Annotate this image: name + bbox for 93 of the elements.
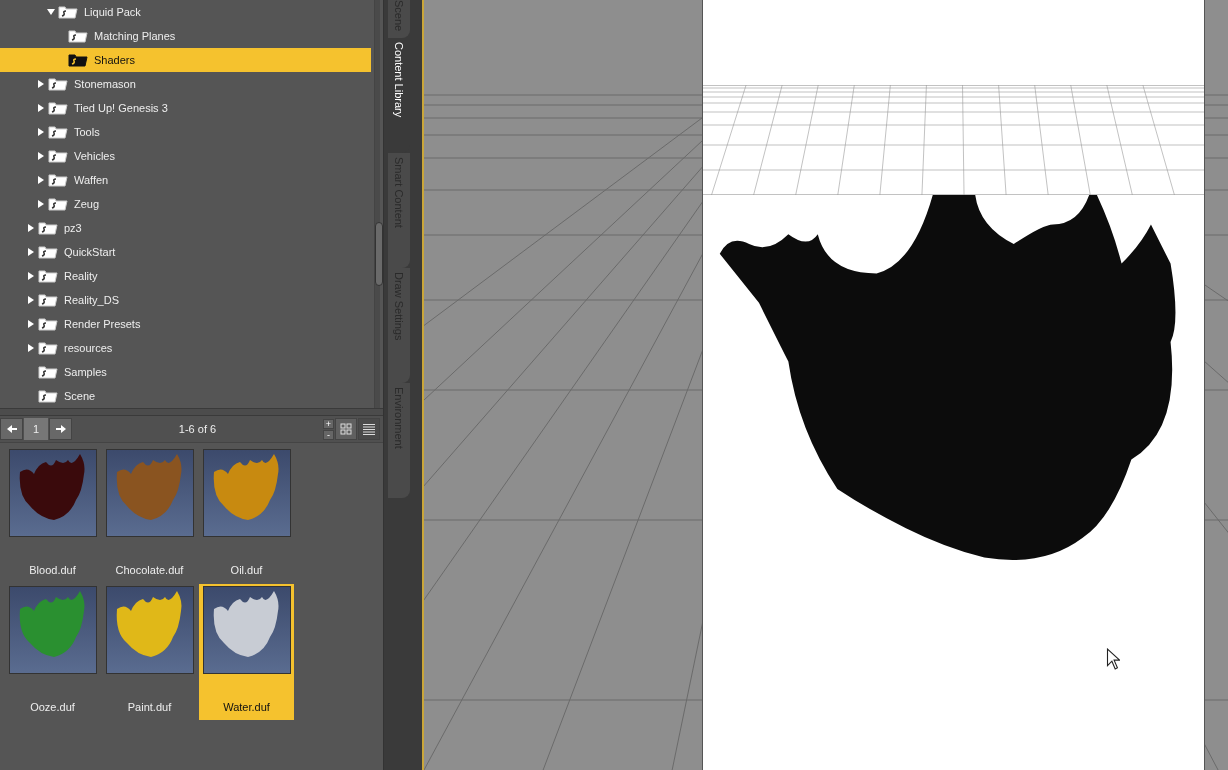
asset-tile[interactable]: Blood.duf [5,447,100,583]
folder-label: Zeug [74,198,100,210]
folder-icon [38,365,58,379]
asset-name: Chocolate.duf [115,564,184,576]
folder-item[interactable]: Samples [0,360,371,384]
asset-name: Ooze.duf [30,701,75,713]
collapsed-arrow-icon[interactable] [37,200,45,208]
folder-icon [48,77,68,91]
folder-icon [48,101,68,115]
folder-item[interactable]: Scene [0,384,371,408]
collapsed-arrow-icon[interactable] [27,296,35,304]
folder-label: Render Presets [64,318,141,330]
folder-item[interactable]: Stonemason [0,72,371,96]
folder-label: Samples [64,366,107,378]
previous-page-button[interactable] [0,418,23,440]
list-icon [363,423,375,435]
collapsed-arrow-icon[interactable] [37,152,45,160]
folder-icon [48,197,68,211]
folder-label: Scene [64,390,96,402]
right-arrow-icon [55,424,66,434]
folder-item[interactable]: resources [0,336,371,360]
scrollbar[interactable] [374,0,380,408]
folder-item[interactable]: Shaders [0,48,371,72]
folder-item[interactable]: QuickStart [0,240,371,264]
folder-label: Reality_DS [64,294,120,306]
folder-item[interactable]: Vehicles [0,144,371,168]
asset-name: Oil.duf [230,564,263,576]
asset-name: Paint.duf [127,701,172,713]
collapsed-arrow-icon[interactable] [37,104,45,112]
grid-icon [340,423,352,435]
asset-tile[interactable]: Ooze.duf [5,584,100,720]
folder-item[interactable]: Render Presets [0,312,371,336]
folder-icon [38,389,58,403]
mouse-pointer-icon [1106,648,1120,670]
folder-label: Vehicles [74,150,115,162]
folder-item[interactable]: Matching Planes [0,24,371,48]
collapsed-arrow-icon[interactable] [27,344,35,352]
folder-item[interactable]: Liquid Pack [0,0,371,24]
asset-tile[interactable]: Chocolate.duf [102,447,197,583]
asset-tile[interactable]: Oil.duf [199,447,294,583]
collapsed-arrow-icon[interactable] [37,176,45,184]
asset-tile[interactable]: Water.duf [199,584,294,720]
asset-tile[interactable]: Paint.duf [102,584,197,720]
left-arrow-icon [6,424,17,434]
asset-name: Water.duf [223,701,270,713]
folder-item[interactable]: Reality_DS [0,288,371,312]
folder-icon [38,269,58,283]
folder-label: Tied Up! Genesis 3 [74,102,168,114]
folder-label: Liquid Pack [84,6,141,18]
folder-item[interactable]: Zeug [0,192,371,216]
next-page-button[interactable] [49,418,72,440]
folder-icon [38,317,58,331]
viewport[interactable] [424,0,1228,770]
folder-label: resources [64,342,113,354]
folder-label: Matching Planes [94,30,176,42]
collapsed-arrow-icon[interactable] [27,224,35,232]
item-range-label: 1-6 of 6 [177,423,218,435]
collapsed-arrow-icon[interactable] [37,80,45,88]
grid-view-button[interactable] [335,418,357,440]
folder-item[interactable]: Tied Up! Genesis 3 [0,96,371,120]
folder-item[interactable]: Waffen [0,168,371,192]
asset-name: Blood.duf [29,564,76,576]
folder-label: Tools [74,126,100,138]
folder-icon [68,29,88,43]
folder-label: pz3 [64,222,82,234]
collapsed-arrow-icon[interactable] [27,320,35,328]
folder-icon [38,221,58,235]
folder-icon [48,149,68,163]
zoom-in-button[interactable]: + [323,418,334,429]
expanded-arrow-icon[interactable] [47,8,55,16]
collapsed-arrow-icon[interactable] [27,248,35,256]
folder-icon [48,173,68,187]
folder-icon [68,53,88,67]
folder-icon [38,245,58,259]
folder-item[interactable]: pz3 [0,216,371,240]
folder-label: Waffen [74,174,109,186]
folder-label: Reality [64,270,98,282]
folder-label: QuickStart [64,246,116,258]
collapsed-arrow-icon[interactable] [37,128,45,136]
folder-label: Stonemason [74,78,136,90]
folder-item[interactable]: Tools [0,120,371,144]
folder-icon [38,293,58,307]
page-number-field[interactable]: 1 [24,418,48,440]
folder-item[interactable]: Reality [0,264,371,288]
folder-icon [38,341,58,355]
list-view-button[interactable] [358,418,380,440]
folder-icon [58,5,78,19]
folder-icon [48,125,68,139]
folder-label: Shaders [94,54,135,66]
zoom-out-button[interactable]: - [323,429,334,440]
collapsed-arrow-icon[interactable] [27,272,35,280]
scrollbar-thumb[interactable] [375,222,383,286]
splitter-handle[interactable] [0,408,383,416]
